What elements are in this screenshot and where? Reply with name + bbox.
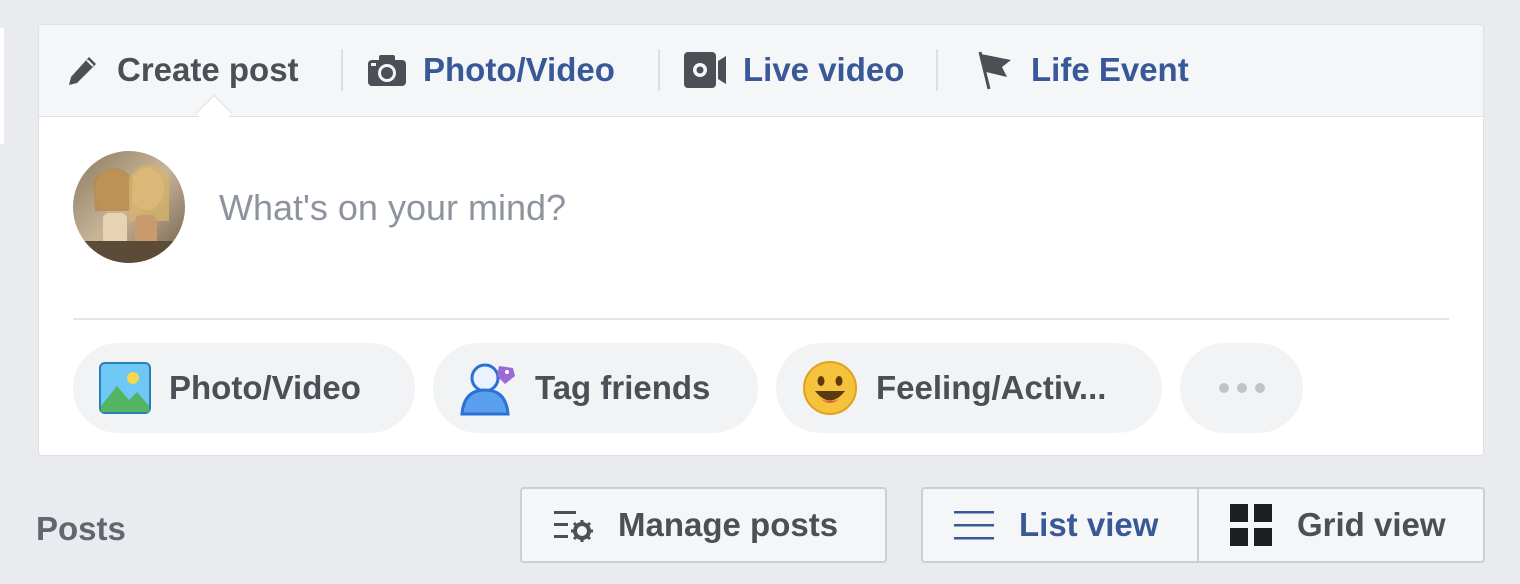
list-view-label: List view [1019, 506, 1159, 543]
manage-posts-label: Manage posts [618, 506, 839, 543]
feeling-activity-button[interactable]: Feeling/Activ... [776, 343, 1162, 433]
manage-posts-button[interactable]: Manage posts [520, 487, 887, 563]
tag-friends-button[interactable]: Tag friends [433, 343, 758, 433]
tag-friends-icon [459, 360, 517, 416]
tag-friends-button-label: Tag friends [535, 369, 711, 406]
smiley-icon [802, 360, 858, 416]
pencil-icon [65, 52, 101, 88]
status-input[interactable]: What's on your mind? [219, 183, 1419, 233]
photo-video-button[interactable]: Photo/Video [73, 343, 415, 433]
tab-live-video[interactable]: Live video [683, 25, 904, 115]
composer-divider [73, 318, 1449, 320]
grid-icon [1229, 503, 1273, 547]
tab-divider [341, 49, 343, 91]
posts-heading: Posts [36, 510, 126, 547]
tab-life-event[interactable]: Life Event [977, 25, 1189, 115]
tab-divider [658, 49, 660, 91]
avatar[interactable] [73, 151, 185, 263]
list-icon [953, 508, 995, 542]
list-view-button[interactable]: List view [921, 487, 1199, 563]
photo-icon [99, 362, 151, 414]
tab-life-event-label: Life Event [1031, 51, 1189, 88]
composer-tab-bar: Create post Photo/Video Live video Life … [39, 25, 1483, 117]
left-panel-edge [0, 28, 4, 144]
grid-view-button[interactable]: Grid view [1197, 487, 1485, 563]
tab-photo-video-label: Photo/Video [423, 51, 615, 88]
tab-photo-video[interactable]: Photo/Video [367, 25, 615, 115]
photo-video-button-label: Photo/Video [169, 369, 361, 406]
feeling-activity-button-label: Feeling/Activ... [876, 369, 1107, 406]
more-dots-icon [1218, 382, 1266, 394]
camera-icon [367, 53, 407, 87]
post-composer: Create post Photo/Video Live video Life … [38, 24, 1484, 456]
tab-create-post-label: Create post [117, 51, 299, 88]
more-options-button[interactable] [1180, 343, 1303, 433]
grid-view-label: Grid view [1297, 506, 1446, 543]
tab-create-post[interactable]: Create post [65, 25, 299, 115]
video-camera-icon [683, 51, 727, 89]
tab-live-video-label: Live video [743, 51, 905, 88]
flag-icon [977, 50, 1015, 90]
tab-divider [936, 49, 938, 91]
status-input-placeholder: What's on your mind? [219, 187, 567, 228]
manage-settings-icon [552, 507, 594, 543]
